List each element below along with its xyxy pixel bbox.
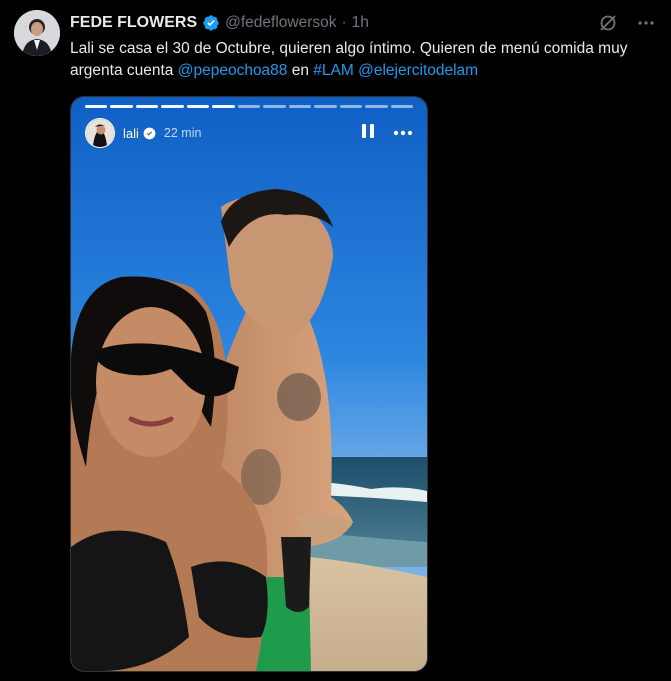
hashtag-link[interactable]: #LAM (313, 62, 354, 79)
mention-link[interactable]: @pepeochoa88 (178, 62, 288, 79)
tweet-media[interactable]: lali 22 min (70, 96, 428, 672)
tweet-top-actions (597, 12, 657, 34)
story-progress-segment (288, 105, 312, 108)
story-progress-bar (85, 105, 414, 108)
story-more-icon[interactable] (393, 124, 413, 142)
mention-link[interactable]: @elejercitodelam (358, 62, 478, 79)
story-avatar[interactable] (85, 118, 115, 148)
story-progress-segment (161, 105, 184, 108)
story-progress-segment (390, 105, 414, 108)
story-header: lali 22 min (85, 117, 413, 149)
author-name[interactable]: FEDE FLOWERS (70, 14, 197, 32)
story-progress-segment (314, 105, 337, 108)
story-time: 22 min (163, 126, 202, 140)
story-progress-segment (237, 105, 261, 108)
separator-dot: · (341, 14, 347, 31)
tweet-header: FEDE FLOWERS @fedeflowersok · 1h (70, 11, 369, 35)
story-progress-segment (135, 105, 159, 108)
author-handle[interactable]: @fedeflowersok (225, 14, 336, 32)
story-progress-segment (339, 105, 363, 108)
story-progress-segment (110, 105, 133, 108)
author-avatar[interactable] (14, 10, 60, 56)
tweet-text-part: en (287, 62, 314, 79)
story-photo (71, 97, 427, 671)
tweet: FEDE FLOWERS @fedeflowersok · 1h Lali se… (0, 0, 671, 681)
story-progress-segment (365, 105, 388, 108)
story-progress-segment (212, 105, 235, 108)
more-icon[interactable] (635, 12, 657, 34)
story-username[interactable]: lali (123, 126, 139, 141)
story-progress-segment (186, 105, 210, 108)
story-progress-segment (263, 105, 286, 108)
pause-icon[interactable] (361, 123, 375, 144)
avatar-image (14, 10, 60, 56)
verified-badge-icon (203, 15, 219, 31)
story-progress-segment (85, 105, 108, 108)
story-actions (361, 123, 413, 144)
grok-icon[interactable] (597, 12, 619, 34)
tweet-time[interactable]: 1h (352, 14, 369, 32)
tweet-text: Lali se casa el 30 de Octubre, quieren a… (70, 38, 660, 82)
story-verified-icon (143, 127, 156, 139)
